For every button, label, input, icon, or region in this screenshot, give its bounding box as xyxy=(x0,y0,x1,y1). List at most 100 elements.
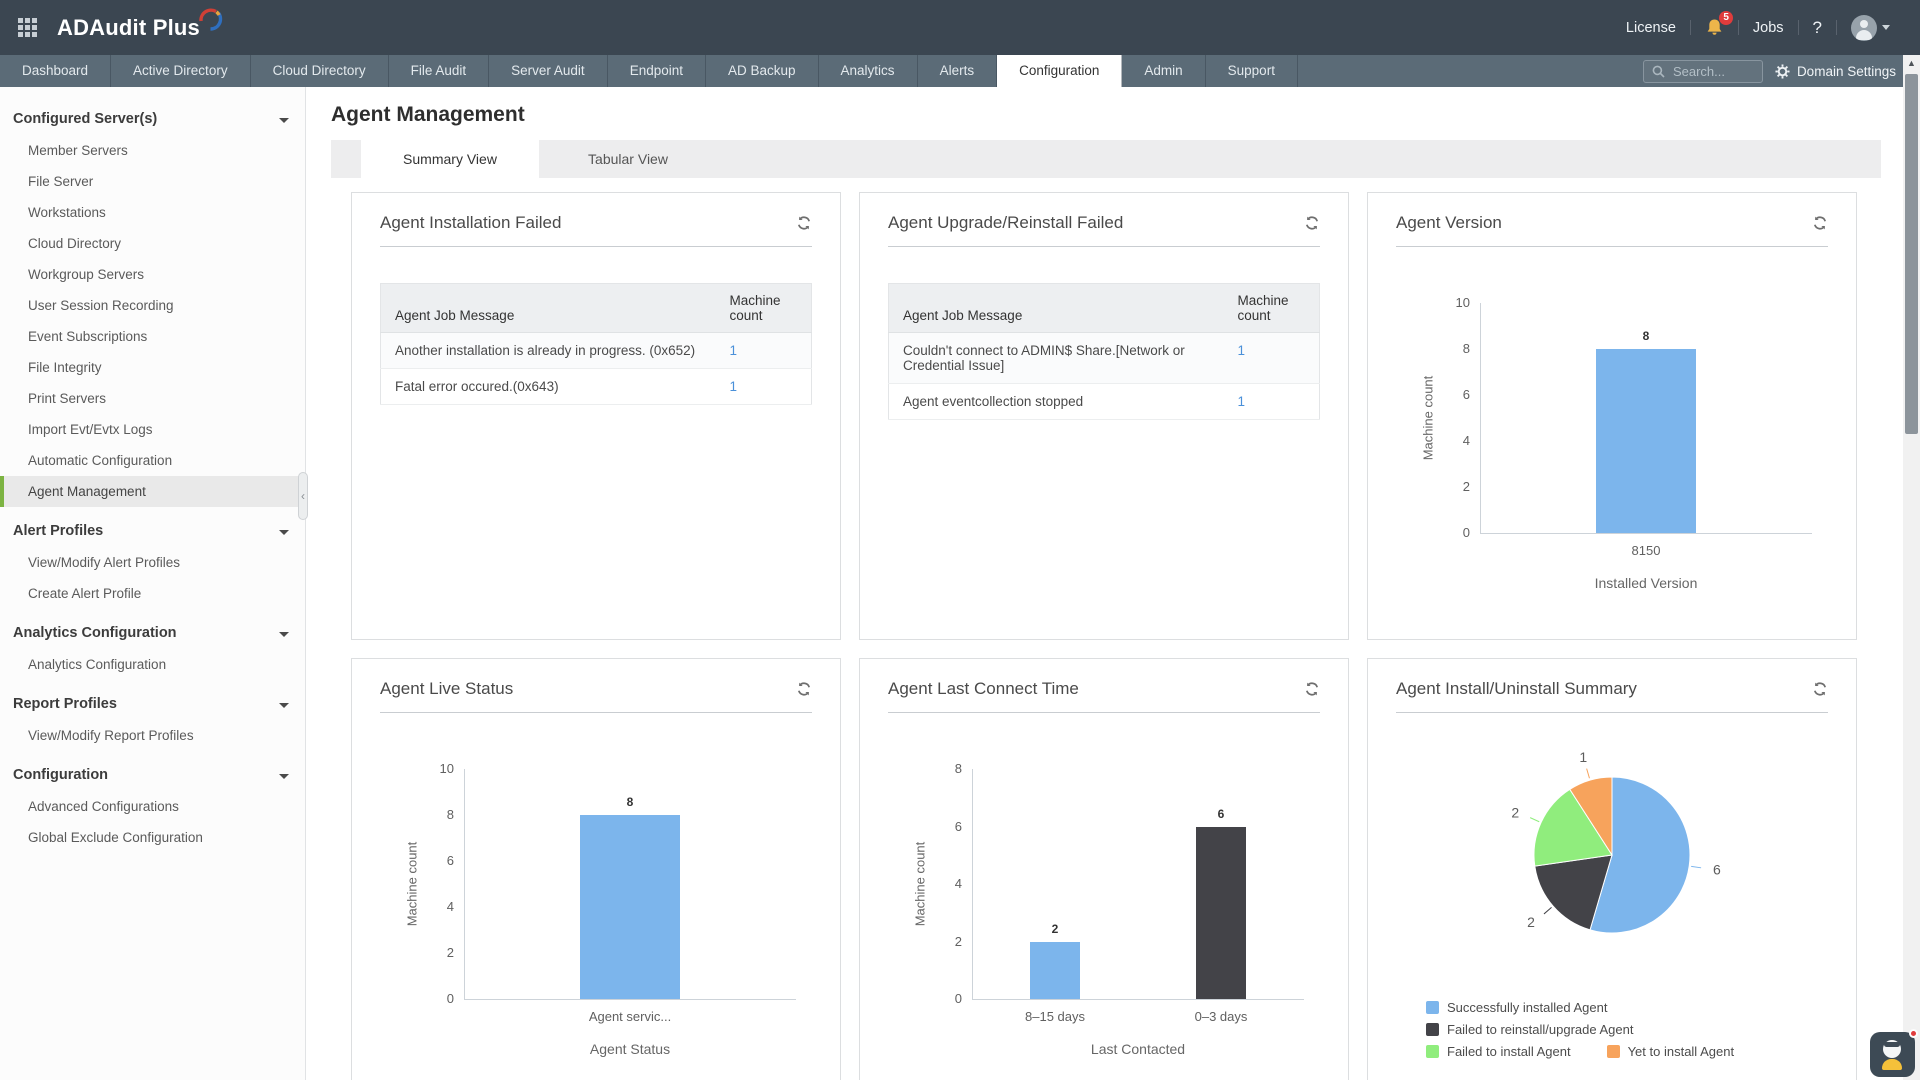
vertical-scrollbar[interactable]: ▲ ▼ xyxy=(1903,55,1920,1080)
sidebar-item-view-modify-alert-profiles[interactable]: View/Modify Alert Profiles xyxy=(0,547,305,578)
column-header-agent-job-message: Agent Job Message xyxy=(381,284,716,333)
sidebar-item-workstations[interactable]: Workstations xyxy=(0,197,305,228)
bar-agent-servic[interactable] xyxy=(580,815,680,999)
refresh-icon[interactable] xyxy=(1304,681,1320,697)
y-axis-tick-label: 10 xyxy=(414,761,454,776)
nav-tab-server-audit[interactable]: Server Audit xyxy=(489,55,608,87)
sidebar-item-import-evt-evtx-logs[interactable]: Import Evt/Evtx Logs xyxy=(0,414,305,445)
pie-slice-value-label: 2 xyxy=(1511,805,1519,821)
nav-tab-file-audit[interactable]: File Audit xyxy=(389,55,490,87)
pie-legend: Successfully installed Agent Failed to re… xyxy=(1426,1000,1828,1059)
jobs-link[interactable]: Jobs xyxy=(1753,20,1784,36)
view-tab-tabular-view[interactable]: Tabular View xyxy=(539,140,717,178)
sidebar-item-agent-management[interactable]: Agent Management xyxy=(0,476,305,507)
machine-count-link[interactable]: 1 xyxy=(730,343,738,358)
card-agent-install-uninstall-summary: Agent Install/Uninstall Summary 6221 Suc… xyxy=(1367,658,1857,1080)
help-icon[interactable]: ? xyxy=(1813,18,1822,38)
sidebar-section-analytics-configuration[interactable]: Analytics Configuration xyxy=(0,617,305,649)
pie-slice-value-label: 2 xyxy=(1527,914,1535,930)
sidebar-item-file-integrity[interactable]: File Integrity xyxy=(0,352,305,383)
nav-tab-admin[interactable]: Admin xyxy=(1122,55,1205,87)
bar-8-15-days[interactable] xyxy=(1030,942,1080,1000)
refresh-icon[interactable] xyxy=(1812,215,1828,231)
table-row: Fatal error occured.(0x643) 1 xyxy=(381,369,812,405)
notifications-bell-icon[interactable]: 5 xyxy=(1705,18,1724,37)
sidebar-collapse-handle[interactable]: ‹ xyxy=(298,472,308,520)
y-axis-tick-label: 4 xyxy=(414,899,454,914)
sidebar-item-advanced-configurations[interactable]: Advanced Configurations xyxy=(0,791,305,822)
sidebar-item-print-servers[interactable]: Print Servers xyxy=(0,383,305,414)
sidebar-section-label-text: Configured Server(s) xyxy=(13,111,157,127)
machine-count-cell: 1 xyxy=(716,369,812,405)
sidebar-item-create-alert-profile[interactable]: Create Alert Profile xyxy=(0,578,305,609)
view-tab-summary-view[interactable]: Summary View xyxy=(361,140,539,178)
legend-item-failed-to-reinstall-upgrade-agent[interactable]: Failed to reinstall/upgrade Agent xyxy=(1426,1022,1633,1037)
legend-label: Successfully installed Agent xyxy=(1447,1000,1607,1015)
sidebar-item-global-exclude-configuration[interactable]: Global Exclude Configuration xyxy=(0,822,305,853)
chevron-down-icon xyxy=(279,703,289,708)
nav-tab-support[interactable]: Support xyxy=(1206,55,1298,87)
refresh-icon[interactable] xyxy=(1304,215,1320,231)
page-title: Agent Management xyxy=(331,103,1903,127)
agent-install-failed-table: Agent Job Message Machine count Another … xyxy=(380,283,812,405)
agent-job-message-cell: Couldn't connect to ADMIN$ Share.[Networ… xyxy=(889,333,1224,384)
x-axis-tick-label: 8150 xyxy=(1632,543,1661,558)
domain-settings-button[interactable]: Domain Settings xyxy=(1775,64,1896,79)
sidebar-item-workgroup-servers[interactable]: Workgroup Servers xyxy=(0,259,305,290)
bar-0-3-days[interactable] xyxy=(1196,827,1246,1000)
card-title: Agent Install/Uninstall Summary xyxy=(1396,679,1637,699)
legend-label: Yet to install Agent xyxy=(1628,1044,1735,1059)
legend-item-successfully-installed-agent[interactable]: Successfully installed Agent xyxy=(1426,1000,1607,1015)
agent-job-message-cell: Fatal error occured.(0x643) xyxy=(381,369,716,405)
sidebar-item-event-subscriptions[interactable]: Event Subscriptions xyxy=(0,321,305,352)
x-axis-tick-label: Agent servic... xyxy=(589,1009,671,1024)
sidebar-section-report-profiles[interactable]: Report Profiles xyxy=(0,688,305,720)
machine-count-link[interactable]: 1 xyxy=(730,379,738,394)
sidebar-section-configuration[interactable]: Configuration xyxy=(0,759,305,791)
sidebar-item-member-servers[interactable]: Member Servers xyxy=(0,135,305,166)
refresh-icon[interactable] xyxy=(796,681,812,697)
sidebar: Configured Server(s) Member ServersFile S… xyxy=(0,87,306,1080)
sidebar-item-user-session-recording[interactable]: User Session Recording xyxy=(0,290,305,321)
nav-tab-configuration[interactable]: Configuration xyxy=(997,55,1122,87)
nav-tab-alerts[interactable]: Alerts xyxy=(918,55,998,87)
sidebar-item-cloud-directory[interactable]: Cloud Directory xyxy=(0,228,305,259)
search-input[interactable] xyxy=(1671,63,1751,80)
legend-label: Failed to reinstall/upgrade Agent xyxy=(1447,1022,1633,1037)
legend-item-yet-to-install-agent[interactable]: Yet to install Agent xyxy=(1607,1044,1735,1059)
chevron-down-icon xyxy=(1882,25,1890,30)
nav-tab-ad-backup[interactable]: AD Backup xyxy=(706,55,819,87)
nav-tab-active-directory[interactable]: Active Directory xyxy=(111,55,251,87)
sidebar-section-alert-profiles[interactable]: Alert Profiles xyxy=(0,515,305,547)
scrollbar-up-arrow[interactable]: ▲ xyxy=(1903,55,1920,72)
machine-count-cell: 1 xyxy=(1224,384,1320,420)
sidebar-item-automatic-configuration[interactable]: Automatic Configuration xyxy=(0,445,305,476)
support-chat-widget[interactable] xyxy=(1870,1032,1915,1077)
nav-tab-dashboard[interactable]: Dashboard xyxy=(0,55,111,87)
scrollbar-thumb[interactable] xyxy=(1905,74,1918,434)
sidebar-item-view-modify-report-profiles[interactable]: View/Modify Report Profiles xyxy=(0,720,305,751)
bar-8150[interactable] xyxy=(1596,349,1696,533)
refresh-icon[interactable] xyxy=(1812,681,1828,697)
global-search[interactable] xyxy=(1643,60,1763,83)
machine-count-link[interactable]: 1 xyxy=(1238,343,1246,358)
sidebar-item-analytics-configuration[interactable]: Analytics Configuration xyxy=(0,649,305,680)
chat-person-icon-band xyxy=(1884,1042,1900,1047)
app-grid-icon[interactable] xyxy=(14,14,41,41)
app-logo: ADAudit Plus xyxy=(57,11,224,45)
refresh-icon[interactable] xyxy=(796,215,812,231)
card-agent-live-status: Agent Live Status Machine count02468108A… xyxy=(351,658,841,1080)
chevron-down-icon xyxy=(279,530,289,535)
machine-count-link[interactable]: 1 xyxy=(1238,394,1246,409)
nav-tab-analytics[interactable]: Analytics xyxy=(819,55,918,87)
sidebar-item-file-server[interactable]: File Server xyxy=(0,166,305,197)
sidebar-section-configured-server-s[interactable]: Configured Server(s) xyxy=(0,103,305,135)
user-menu[interactable] xyxy=(1851,15,1890,41)
legend-item-failed-to-install-agent[interactable]: Failed to install Agent xyxy=(1426,1044,1571,1059)
y-axis-tick-label: 4 xyxy=(1430,433,1470,448)
nav-tab-endpoint[interactable]: Endpoint xyxy=(608,55,706,87)
y-axis-line xyxy=(464,769,465,999)
license-link[interactable]: License xyxy=(1626,20,1676,36)
summary-cards-grid: Agent Installation Failed Agent Job Mess… xyxy=(351,192,1903,1080)
nav-tab-cloud-directory[interactable]: Cloud Directory xyxy=(251,55,389,87)
